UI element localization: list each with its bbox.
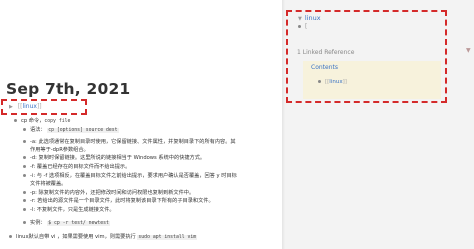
block-option-a-cont[interactable]: 作用等于-dpR参数组合。	[30, 146, 89, 154]
bullet-icon[interactable]	[23, 140, 26, 143]
block-option-i-cont[interactable]: 文件将被覆盖。	[30, 180, 66, 188]
syntax-code: cp [options] source dest	[47, 128, 119, 133]
option-i-text-cont: 文件将被覆盖。	[30, 181, 67, 187]
filter-icon[interactable]: ▼	[466, 47, 471, 54]
block-option-i[interactable]: -i: 与 -f 选项相反，在覆盖目标文件之前给出提示，要求用户确认是否覆盖，回…	[23, 172, 237, 180]
bottom-code: sudo apt install vim	[137, 235, 198, 240]
sidebar-divider	[282, 0, 285, 249]
bullet-icon[interactable]	[23, 191, 26, 194]
block-syntax[interactable]: 语法： cp [options] source dest	[23, 126, 119, 135]
block-option-r[interactable]: -r: 若给出的源文件是一个目录文件，此时将复制该目录下所有的子目录和文件。	[23, 197, 214, 205]
cursor-text: [	[305, 23, 308, 30]
block-option-p[interactable]: -p: 除复制文件的内容外，还把修改时间和访问权限也复制到新文件中。	[23, 189, 194, 197]
bullet-icon[interactable]	[9, 235, 12, 238]
cp-command-text: cp 命令	[21, 118, 40, 124]
syntax-label: 语法：	[30, 127, 46, 133]
linked-references-header[interactable]: 1 Linked Reference	[297, 49, 354, 56]
option-a-text-cont: 作用等于-dpR参数组合。	[30, 147, 89, 153]
option-a-text: -a: 此选项通常在复制目录时使用，它保留链接、文件属性，并复制目录下的所有内容…	[30, 139, 236, 145]
bullet-icon[interactable]	[23, 156, 26, 159]
option-i-text: -i: 与 -f 选项相反，在覆盖目标文件之前给出提示，要求用户确认是否覆盖，回…	[30, 173, 237, 179]
bullet-icon[interactable]	[23, 221, 26, 224]
sidebar-editing-cursor[interactable]: [	[298, 23, 307, 30]
contents-page-link-linux[interactable]: linux	[325, 79, 347, 85]
page-title[interactable]: Sep 7th, 2021	[6, 80, 130, 98]
bullet-icon[interactable]	[23, 128, 26, 131]
example-code: $ cp -r test/ newtest	[47, 221, 110, 226]
block-option-d[interactable]: -d: 复制时保留链接。这里所说的链接相当于 Windows 系统中的快捷方式。	[23, 154, 205, 162]
contents-reference-item[interactable]: linux	[318, 79, 347, 85]
option-l-text: -l: 不复制文件，只是生成链接文件。	[30, 207, 115, 213]
bullet-icon[interactable]	[298, 25, 301, 28]
sidebar-page-title[interactable]: ▼ linux	[298, 14, 321, 22]
bullet-icon[interactable]	[23, 174, 26, 177]
block-cp[interactable]: cp 命令，copy file	[14, 117, 70, 126]
page-link-linux[interactable]: linux	[18, 103, 42, 110]
bullet-icon[interactable]	[14, 119, 17, 122]
collapse-arrow-icon[interactable]: ▼	[298, 16, 302, 22]
option-d-text: -d: 复制时保留链接。这里所说的链接相当于 Windows 系统中的快捷方式。	[30, 155, 206, 161]
sidebar-page-link[interactable]: linux	[305, 14, 321, 22]
block-root[interactable]: ▶ linux	[9, 103, 42, 110]
option-r-text: -r: 若给出的源文件是一个目录文件，此时将复制该目录下所有的子目录和文件。	[30, 198, 214, 204]
option-p-text: -p: 除复制文件的内容外，还把修改时间和访问权限也复制到新文件中。	[30, 190, 195, 196]
example-label: 实例：	[30, 220, 46, 226]
contents-link[interactable]: Contents	[311, 64, 338, 71]
bullet-icon[interactable]	[23, 208, 26, 211]
bullet-icon[interactable]	[23, 199, 26, 202]
bullet-icon[interactable]	[318, 80, 321, 83]
block-option-a[interactable]: -a: 此选项通常在复制目录时使用，它保留链接、文件属性，并复制目录下的所有内容…	[23, 138, 236, 146]
block-example[interactable]: 实例： $ cp -r test/ newtest	[23, 219, 110, 228]
bullet-icon[interactable]	[23, 165, 26, 168]
collapse-arrow-icon[interactable]: ▶	[9, 104, 13, 110]
bottom-text: linux默认自带 vi ，如果需要使用 vim，则需要执行	[16, 234, 136, 240]
block-option-f[interactable]: -f: 覆盖已经存在的目标文件而不给出提示。	[23, 163, 130, 171]
option-f-text: -f: 覆盖已经存在的目标文件而不给出提示。	[30, 164, 131, 170]
block-option-l[interactable]: -l: 不复制文件，只是生成链接文件。	[23, 206, 115, 214]
block-bottom[interactable]: linux默认自带 vi ，如果需要使用 vim，则需要执行 sudo apt …	[9, 233, 198, 242]
copy-file-text: copy file	[44, 119, 71, 124]
